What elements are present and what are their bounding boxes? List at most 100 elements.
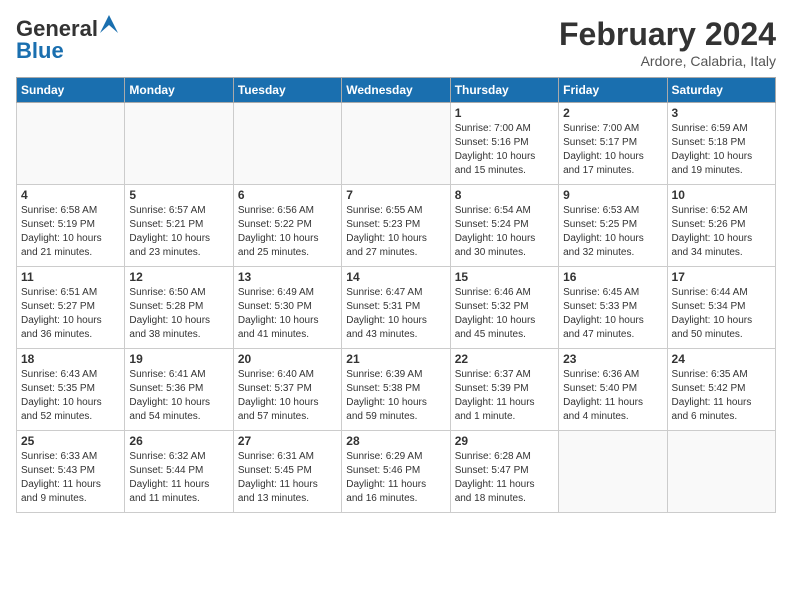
header-thursday: Thursday xyxy=(450,78,558,103)
day-info-3: Sunrise: 6:59 AM Sunset: 5:18 PM Dayligh… xyxy=(672,122,771,178)
cell-3-5: 23 Sunrise: 6:36 AM Sunset: 5:40 PM Dayli… xyxy=(559,349,667,431)
day-info-7: Sunrise: 6:55 AM Sunset: 5:23 PM Dayligh… xyxy=(346,204,445,260)
day-info-29: Sunrise: 6:28 AM Sunset: 5:47 PM Dayligh… xyxy=(455,450,554,506)
day-number-2: 2 xyxy=(563,106,662,120)
header-monday: Monday xyxy=(125,78,233,103)
cell-1-5: 9 Sunrise: 6:53 AM Sunset: 5:25 PM Daylig… xyxy=(559,185,667,267)
cell-2-1: 12 Sunrise: 6:50 AM Sunset: 5:28 PM Dayli… xyxy=(125,267,233,349)
day-info-21: Sunrise: 6:39 AM Sunset: 5:38 PM Dayligh… xyxy=(346,368,445,424)
day-number-26: 26 xyxy=(129,434,228,448)
cell-2-3: 14 Sunrise: 6:47 AM Sunset: 5:31 PM Dayli… xyxy=(342,267,450,349)
week-row-4: 25 Sunrise: 6:33 AM Sunset: 5:43 PM Dayli… xyxy=(17,431,776,513)
day-info-2: Sunrise: 7:00 AM Sunset: 5:17 PM Dayligh… xyxy=(563,122,662,178)
header-wednesday: Wednesday xyxy=(342,78,450,103)
day-info-24: Sunrise: 6:35 AM Sunset: 5:42 PM Dayligh… xyxy=(672,368,771,424)
day-number-15: 15 xyxy=(455,270,554,284)
day-info-13: Sunrise: 6:49 AM Sunset: 5:30 PM Dayligh… xyxy=(238,286,337,342)
page-container: General Blue February 2024 Ardore, Calab… xyxy=(0,0,792,521)
day-info-4: Sunrise: 6:58 AM Sunset: 5:19 PM Dayligh… xyxy=(21,204,120,260)
cell-0-0 xyxy=(17,103,125,185)
cell-4-0: 25 Sunrise: 6:33 AM Sunset: 5:43 PM Dayli… xyxy=(17,431,125,513)
day-info-25: Sunrise: 6:33 AM Sunset: 5:43 PM Dayligh… xyxy=(21,450,120,506)
cell-2-5: 16 Sunrise: 6:45 AM Sunset: 5:33 PM Dayli… xyxy=(559,267,667,349)
day-number-16: 16 xyxy=(563,270,662,284)
day-number-28: 28 xyxy=(346,434,445,448)
day-info-8: Sunrise: 6:54 AM Sunset: 5:24 PM Dayligh… xyxy=(455,204,554,260)
header-sunday: Sunday xyxy=(17,78,125,103)
cell-0-6: 3 Sunrise: 6:59 AM Sunset: 5:18 PM Daylig… xyxy=(667,103,775,185)
header-tuesday: Tuesday xyxy=(233,78,341,103)
calendar-table: Sunday Monday Tuesday Wednesday Thursday… xyxy=(16,77,776,513)
day-number-3: 3 xyxy=(672,106,771,120)
cell-3-3: 21 Sunrise: 6:39 AM Sunset: 5:38 PM Dayli… xyxy=(342,349,450,431)
cell-4-2: 27 Sunrise: 6:31 AM Sunset: 5:45 PM Dayli… xyxy=(233,431,341,513)
cell-0-3 xyxy=(342,103,450,185)
day-number-21: 21 xyxy=(346,352,445,366)
day-number-5: 5 xyxy=(129,188,228,202)
cell-3-0: 18 Sunrise: 6:43 AM Sunset: 5:35 PM Dayli… xyxy=(17,349,125,431)
day-number-8: 8 xyxy=(455,188,554,202)
cell-2-4: 15Sunrise: 6:46 AM Sunset: 5:32 PM Dayli… xyxy=(450,267,558,349)
cell-3-1: 19 Sunrise: 6:41 AM Sunset: 5:36 PM Dayli… xyxy=(125,349,233,431)
day-number-12: 12 xyxy=(129,270,228,284)
day-number-25: 25 xyxy=(21,434,120,448)
cell-3-2: 20 Sunrise: 6:40 AM Sunset: 5:37 PM Dayli… xyxy=(233,349,341,431)
header-saturday: Saturday xyxy=(667,78,775,103)
day-info-16: Sunrise: 6:45 AM Sunset: 5:33 PM Dayligh… xyxy=(563,286,662,342)
header-friday: Friday xyxy=(559,78,667,103)
day-number-14: 14 xyxy=(346,270,445,284)
day-number-9: 9 xyxy=(563,188,662,202)
cell-1-3: 7Sunrise: 6:55 AM Sunset: 5:23 PM Daylig… xyxy=(342,185,450,267)
day-number-29: 29 xyxy=(455,434,554,448)
day-info-18: Sunrise: 6:43 AM Sunset: 5:35 PM Dayligh… xyxy=(21,368,120,424)
cell-1-0: 4 Sunrise: 6:58 AM Sunset: 5:19 PM Daylig… xyxy=(17,185,125,267)
day-number-17: 17 xyxy=(672,270,771,284)
day-number-11: 11 xyxy=(21,270,120,284)
cell-1-2: 6Sunrise: 6:56 AM Sunset: 5:22 PM Daylig… xyxy=(233,185,341,267)
calendar-title: February 2024 xyxy=(559,16,776,53)
day-number-20: 20 xyxy=(238,352,337,366)
day-number-23: 23 xyxy=(563,352,662,366)
day-number-19: 19 xyxy=(129,352,228,366)
cell-4-5 xyxy=(559,431,667,513)
day-info-5: Sunrise: 6:57 AM Sunset: 5:21 PM Dayligh… xyxy=(129,204,228,260)
day-info-6: Sunrise: 6:56 AM Sunset: 5:22 PM Dayligh… xyxy=(238,204,337,260)
cell-1-1: 5 Sunrise: 6:57 AM Sunset: 5:21 PM Daylig… xyxy=(125,185,233,267)
cell-2-2: 13 Sunrise: 6:49 AM Sunset: 5:30 PM Dayli… xyxy=(233,267,341,349)
day-info-1: Sunrise: 7:00 AM Sunset: 5:16 PM Dayligh… xyxy=(455,122,554,178)
week-row-2: 11 Sunrise: 6:51 AM Sunset: 5:27 PM Dayli… xyxy=(17,267,776,349)
cell-3-6: 24Sunrise: 6:35 AM Sunset: 5:42 PM Dayli… xyxy=(667,349,775,431)
week-row-1: 4 Sunrise: 6:58 AM Sunset: 5:19 PM Daylig… xyxy=(17,185,776,267)
day-number-27: 27 xyxy=(238,434,337,448)
day-info-14: Sunrise: 6:47 AM Sunset: 5:31 PM Dayligh… xyxy=(346,286,445,342)
day-number-4: 4 xyxy=(21,188,120,202)
cell-0-2 xyxy=(233,103,341,185)
day-info-22: Sunrise: 6:37 AM Sunset: 5:39 PM Dayligh… xyxy=(455,368,554,424)
logo: General Blue xyxy=(16,16,118,64)
week-row-3: 18 Sunrise: 6:43 AM Sunset: 5:35 PM Dayli… xyxy=(17,349,776,431)
calendar-location: Ardore, Calabria, Italy xyxy=(559,53,776,69)
day-number-13: 13 xyxy=(238,270,337,284)
cell-4-6 xyxy=(667,431,775,513)
week-row-0: 1 Sunrise: 7:00 AM Sunset: 5:16 PM Daylig… xyxy=(17,103,776,185)
cell-2-6: 17Sunrise: 6:44 AM Sunset: 5:34 PM Dayli… xyxy=(667,267,775,349)
weekday-header-row: Sunday Monday Tuesday Wednesday Thursday… xyxy=(17,78,776,103)
day-info-10: Sunrise: 6:52 AM Sunset: 5:26 PM Dayligh… xyxy=(672,204,771,260)
day-info-27: Sunrise: 6:31 AM Sunset: 5:45 PM Dayligh… xyxy=(238,450,337,506)
day-info-19: Sunrise: 6:41 AM Sunset: 5:36 PM Dayligh… xyxy=(129,368,228,424)
day-number-18: 18 xyxy=(21,352,120,366)
day-info-23: Sunrise: 6:36 AM Sunset: 5:40 PM Dayligh… xyxy=(563,368,662,424)
day-info-12: Sunrise: 6:50 AM Sunset: 5:28 PM Dayligh… xyxy=(129,286,228,342)
cell-4-1: 26 Sunrise: 6:32 AM Sunset: 5:44 PM Dayli… xyxy=(125,431,233,513)
cell-3-4: 22Sunrise: 6:37 AM Sunset: 5:39 PM Dayli… xyxy=(450,349,558,431)
day-info-26: Sunrise: 6:32 AM Sunset: 5:44 PM Dayligh… xyxy=(129,450,228,506)
cell-0-4: 1 Sunrise: 7:00 AM Sunset: 5:16 PM Daylig… xyxy=(450,103,558,185)
day-number-1: 1 xyxy=(455,106,554,120)
cell-0-1 xyxy=(125,103,233,185)
day-info-11: Sunrise: 6:51 AM Sunset: 5:27 PM Dayligh… xyxy=(21,286,120,342)
day-info-20: Sunrise: 6:40 AM Sunset: 5:37 PM Dayligh… xyxy=(238,368,337,424)
day-info-28: Sunrise: 6:29 AM Sunset: 5:46 PM Dayligh… xyxy=(346,450,445,506)
day-info-9: Sunrise: 6:53 AM Sunset: 5:25 PM Dayligh… xyxy=(563,204,662,260)
cell-2-0: 11 Sunrise: 6:51 AM Sunset: 5:27 PM Dayli… xyxy=(17,267,125,349)
logo-bird-icon xyxy=(100,15,118,33)
